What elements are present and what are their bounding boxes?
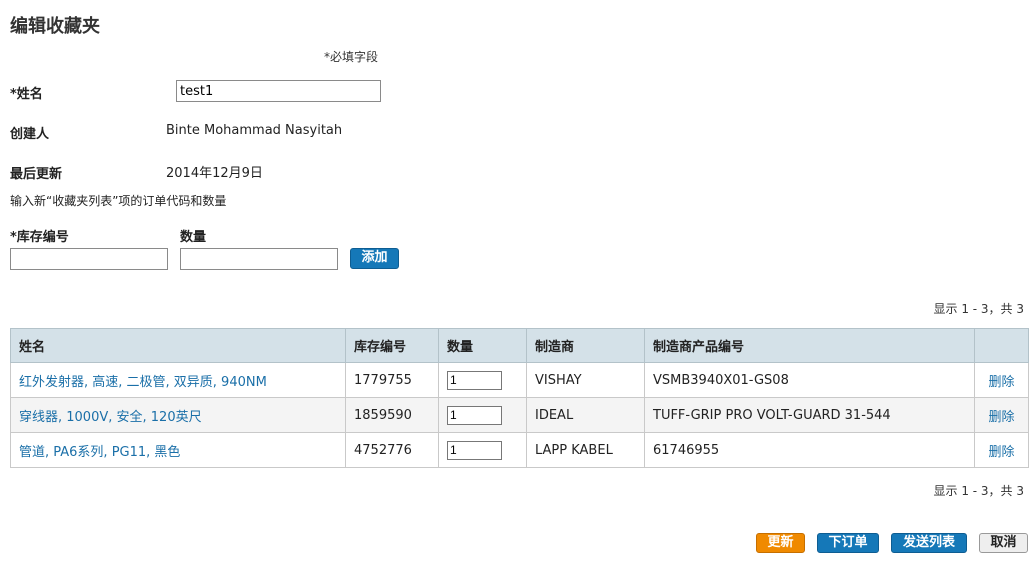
manufacturer-cell: LAPP KABEL [526,432,645,468]
results-count-bottom: 显示 1 - 3，共 3 [933,484,1025,498]
product-link[interactable]: 管道, PA6系列, PG11, 黑色 [19,445,180,460]
product-link[interactable]: 穿线器, 1000V, 安全, 120英尺 [19,410,202,425]
name-label: *姓名 [10,87,43,102]
column-header-stock-number: 库存编号 [345,328,439,363]
last-updated-value: 2014年12月9日 [166,166,263,181]
column-header-manufacturer: 制造商 [526,328,645,363]
add-item-instructions: 输入新“收藏夹列表”项的订单代码和数量 [10,194,227,208]
stock-number-input[interactable] [10,248,168,270]
delete-link[interactable]: 删除 [988,410,1014,425]
quantity-label: 数量 [180,230,207,245]
stock-number-cell: 1859590 [345,397,439,433]
row-quantity-input[interactable] [447,440,502,460]
column-header-mpn: 制造商产品编号 [644,328,975,363]
cancel-button[interactable]: 取消 [979,533,1028,553]
stock-number-cell: 4752776 [345,432,439,468]
send-list-button[interactable]: 发送列表 [891,533,967,553]
manufacturer-cell: IDEAL [526,397,645,433]
favorites-name-input[interactable] [176,80,381,102]
creator-label: 创建人 [10,127,50,142]
row-quantity-input[interactable] [447,370,502,390]
favorites-table: 姓名 库存编号 数量 制造商 制造商产品编号 红外发射器, 高速, 二极管, 双… [10,328,1029,468]
mpn-cell: VSMB3940X01-GS08 [644,362,975,398]
last-updated-label: 最后更新 [10,167,63,182]
table-row: 红外发射器, 高速, 二极管, 双异质, 940NM 1779755 VISHA… [10,362,1029,398]
column-header-name: 姓名 [10,328,346,363]
manufacturer-cell: VISHAY [526,362,645,398]
stock-number-cell: 1779755 [345,362,439,398]
table-row: 穿线器, 1000V, 安全, 120英尺 1859590 IDEAL TUFF… [10,397,1029,433]
mpn-cell: 61746955 [644,432,975,468]
mpn-cell: TUFF-GRIP PRO VOLT-GUARD 31-544 [644,397,975,433]
row-quantity-input[interactable] [447,405,502,425]
required-fields-note: *必填字段 [324,50,379,64]
add-button[interactable]: 添加 [350,248,399,269]
column-header-quantity: 数量 [438,328,527,363]
update-button[interactable]: 更新 [756,533,805,553]
quantity-input[interactable] [180,248,338,270]
product-link[interactable]: 红外发射器, 高速, 二极管, 双异质, 940NM [19,375,267,390]
table-row: 管道, PA6系列, PG11, 黑色 4752776 LAPP KABEL 6… [10,432,1029,468]
place-order-button[interactable]: 下订单 [817,533,879,553]
delete-link[interactable]: 删除 [988,375,1014,390]
stock-number-label: *库存编号 [10,230,69,245]
delete-link[interactable]: 删除 [988,445,1014,460]
creator-value: Binte Mohammad Nasyitah [166,123,343,138]
page-title: 编辑收藏夹 [10,16,100,37]
column-header-actions [974,328,1029,363]
table-header-row: 姓名 库存编号 数量 制造商 制造商产品编号 [10,328,1029,363]
results-count-top: 显示 1 - 3，共 3 [933,302,1025,316]
